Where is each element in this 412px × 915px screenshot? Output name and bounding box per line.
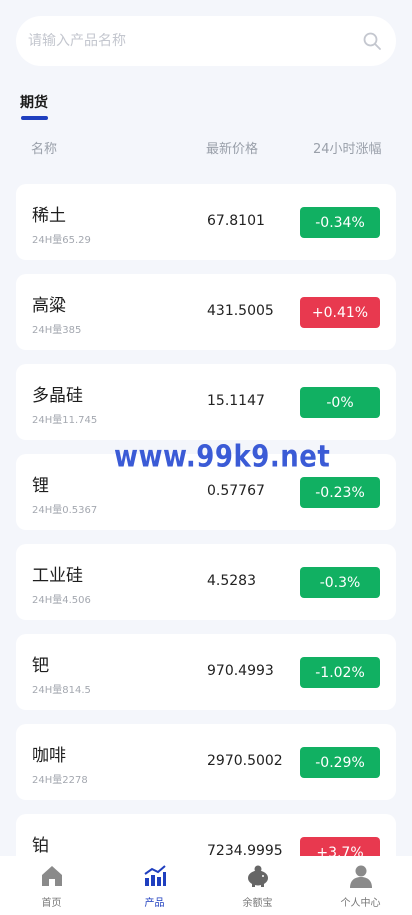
product-row[interactable]: 钯 24H量814.5 970.4993 -1.02% [16,634,396,710]
column-header-change: 24小时涨幅 [313,142,382,157]
product-row[interactable]: 工业硅 24H量4.506 4.5283 -0.3% [16,544,396,620]
nav-item-products[interactable]: 产品 [103,856,206,915]
product-volume: 24H量814.5 [32,685,91,696]
product-volume: 24H量65.29 [32,235,91,246]
change-badge[interactable]: -0% [300,387,380,418]
user-icon [349,865,372,888]
page: 期货 名称 最新价格 24小时涨幅 稀土 24H量65.29 67.8101 -0.3… [0,0,412,915]
change-badge[interactable]: -0.23% [300,477,380,508]
product-name: 稀土 [32,206,66,226]
piggy-bank-icon [247,865,268,887]
bottom-nav: 首页 产品 余额宝 个人中心 [0,856,412,915]
search-input[interactable] [28,33,362,49]
product-name: 咖啡 [32,746,66,766]
product-volume: 24H量11.745 [32,415,98,426]
product-list: 稀土 24H量65.29 67.8101 -0.34% 高粱 24H量385 431.500… [16,184,396,904]
nav-label: 产品 [144,898,165,909]
change-badge[interactable]: -0.3% [300,567,380,598]
change-badge[interactable]: -0.29% [300,747,380,778]
column-header-price: 最新价格 [206,142,259,157]
product-volume: 24H量2278 [32,775,88,786]
product-row[interactable]: 稀土 24H量65.29 67.8101 -0.34% [16,184,396,260]
product-name: 钯 [32,656,49,676]
nav-item-yuebao[interactable]: 余额宝 [206,856,309,915]
nav-label: 首页 [41,898,62,909]
nav-label: 余额宝 [242,898,273,909]
product-name: 铂 [32,836,49,856]
change-badge[interactable]: +0.41% [300,297,380,328]
tab-futures[interactable]: 期货 [20,92,48,112]
nav-item-profile[interactable]: 个人中心 [309,856,412,915]
home-icon [41,866,62,886]
search-icon[interactable] [362,31,382,51]
product-price: 67.8101 [207,213,265,229]
product-price: 431.5005 [207,303,274,319]
product-row[interactable]: 咖啡 24H量2278 2970.5002 -0.29% [16,724,396,800]
chart-icon [143,865,166,886]
nav-item-home[interactable]: 首页 [0,856,103,915]
product-price: 0.57767 [207,483,265,499]
product-volume: 24H量0.5367 [32,505,98,516]
watermark-text: www.99k9.net [114,440,331,475]
product-row[interactable]: 多晶硅 24H量11.745 15.1147 -0% [16,364,396,440]
product-price: 4.5283 [207,573,256,589]
column-header-name: 名称 [31,142,58,157]
product-name: 多晶硅 [32,386,83,406]
product-name: 工业硅 [32,566,83,586]
nav-label: 个人中心 [340,898,381,909]
product-price: 2970.5002 [207,753,283,769]
product-name: 高粱 [32,296,66,316]
product-price: 15.1147 [207,393,265,409]
change-badge[interactable]: -1.02% [300,657,380,688]
search-bar[interactable] [16,16,396,66]
product-row[interactable]: 高粱 24H量385 431.5005 +0.41% [16,274,396,350]
tab-active-indicator [21,116,48,120]
product-volume: 24H量385 [32,325,82,336]
product-volume: 24H量4.506 [32,595,91,606]
product-price: 970.4993 [207,663,274,679]
product-name: 锂 [32,476,49,496]
change-badge[interactable]: -0.34% [300,207,380,238]
